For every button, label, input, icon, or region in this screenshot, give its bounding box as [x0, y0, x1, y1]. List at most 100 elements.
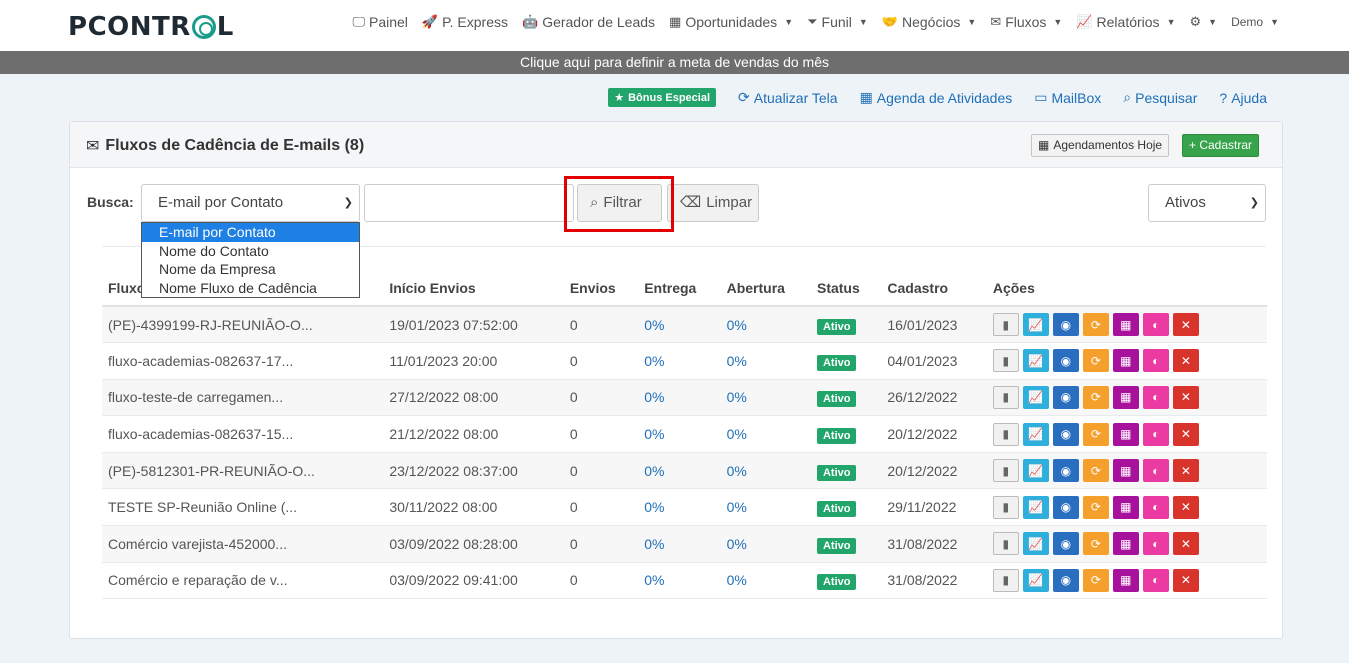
line-chart-button[interactable]: 📈: [1022, 385, 1049, 409]
calendar-button[interactable]: ▦: [1112, 459, 1139, 483]
calendar-button[interactable]: ▦: [1112, 385, 1139, 409]
eye-button[interactable]: ◉: [1052, 349, 1079, 373]
contrast-button[interactable]: ◐: [1142, 349, 1169, 373]
quick-link-2[interactable]: ▭ MailBox: [1034, 89, 1101, 106]
contrast-button[interactable]: ◐: [1142, 568, 1169, 592]
quick-link-1[interactable]: ▦ Agenda de Atividades: [860, 89, 1013, 106]
eye-icon: ◉: [1060, 536, 1072, 551]
brand-logo[interactable]: P CONTR L: [68, 12, 234, 42]
close-button[interactable]: ✕: [1172, 459, 1199, 483]
table-row[interactable]: (PE)-5812301-PR-REUNIÃO-O... 23/12/2022 0…: [102, 452, 1267, 490]
line-chart-button[interactable]: 📈: [1022, 532, 1049, 556]
calendar-button[interactable]: ▦: [1112, 532, 1139, 556]
table-row[interactable]: fluxo-academias-082637-15... 21/12/2022 0…: [102, 415, 1267, 453]
close-button[interactable]: ✕: [1172, 422, 1199, 446]
search-type-option[interactable]: Nome do Contato: [142, 242, 359, 261]
sync-button[interactable]: ⟳: [1082, 532, 1109, 556]
filter-button[interactable]: ⌕ Filtrar: [577, 184, 662, 222]
line-chart-button[interactable]: 📈: [1022, 568, 1049, 592]
contrast-button[interactable]: ◐: [1142, 459, 1169, 483]
close-button[interactable]: ✕: [1172, 568, 1199, 592]
sync-button[interactable]: ⟳: [1082, 385, 1109, 409]
table-row[interactable]: TESTE SP-Reunião Online (... 30/11/2022 0…: [102, 488, 1267, 527]
status-select[interactable]: Ativos ❯: [1148, 184, 1266, 222]
signal-button[interactable]: ▮: [992, 568, 1019, 592]
line-chart-button[interactable]: 📈: [1022, 495, 1049, 519]
eye-button[interactable]: ◉: [1052, 313, 1079, 337]
close-button[interactable]: ✕: [1172, 385, 1199, 409]
signal-button[interactable]: ▮: [992, 532, 1019, 556]
calendar-button[interactable]: ▦: [1112, 349, 1139, 373]
nav-item-0[interactable]: 🖵 Painel: [352, 14, 407, 30]
search-type-option[interactable]: Nome Fluxo de Cadência: [142, 279, 359, 298]
table-row[interactable]: fluxo-teste-de carregamen... 27/12/2022 0…: [102, 379, 1267, 417]
close-button[interactable]: ✕: [1172, 349, 1199, 373]
contrast-button[interactable]: ◐: [1142, 532, 1169, 556]
signal-button[interactable]: ▮: [992, 313, 1019, 337]
sync-button[interactable]: ⟳: [1082, 568, 1109, 592]
sync-button[interactable]: ⟳: [1082, 349, 1109, 373]
eye-button[interactable]: ◉: [1052, 385, 1079, 409]
search-type-option[interactable]: E-mail por Contato: [142, 223, 359, 242]
search-type-option[interactable]: Nome da Empresa: [142, 260, 359, 279]
nav-item-3[interactable]: ▦ Oportunidades ▼: [669, 14, 793, 30]
nav-item-1[interactable]: 🚀 P. Express: [422, 14, 508, 30]
eye-button[interactable]: ◉: [1052, 459, 1079, 483]
contrast-button[interactable]: ◐: [1142, 422, 1169, 446]
settings-menu[interactable]: ⚙ ▼: [1189, 14, 1217, 30]
nav-item-label: Funil: [821, 14, 852, 30]
table-row[interactable]: (PE)-4399199-RJ-REUNIÃO-O... 19/01/2023 0…: [102, 306, 1267, 344]
sales-goal-banner[interactable]: Clique aqui para definir a meta de venda…: [0, 51, 1349, 74]
eye-button[interactable]: ◉: [1052, 532, 1079, 556]
sync-button[interactable]: ⟳: [1082, 495, 1109, 519]
quick-link-label: Ajuda: [1231, 89, 1267, 106]
signal-button[interactable]: ▮: [992, 495, 1019, 519]
line-chart-button[interactable]: 📈: [1022, 459, 1049, 483]
clear-button[interactable]: ⌫ Limpar: [667, 184, 759, 222]
signal-button[interactable]: ▮: [992, 385, 1019, 409]
quick-link-0[interactable]: ⟳ Atualizar Tela: [738, 89, 838, 106]
quick-link-label: Agenda de Atividades: [876, 89, 1013, 106]
table-row[interactable]: Comércio varejista-452000... 03/09/2022 0…: [102, 525, 1267, 563]
line-chart-button[interactable]: 📈: [1022, 349, 1049, 373]
bonus-badge[interactable]: ★ Bônus Especial: [608, 88, 717, 107]
table-row[interactable]: Comércio e reparação de v... 03/09/2022 0…: [102, 562, 1267, 600]
table-row[interactable]: fluxo-academias-082637-17... 11/01/2023 2…: [102, 342, 1267, 380]
quick-link-4[interactable]: ? Ajuda: [1219, 89, 1267, 106]
calendar-button[interactable]: ▦: [1112, 495, 1139, 519]
today-schedules-button[interactable]: ▦ Agendamentos Hoje: [1031, 134, 1170, 157]
signal-button[interactable]: ▮: [992, 349, 1019, 373]
line-chart-button[interactable]: 📈: [1022, 422, 1049, 446]
sync-icon: ⟳: [1090, 427, 1101, 442]
line-chart-button[interactable]: 📈: [1022, 313, 1049, 337]
contrast-button[interactable]: ◐: [1142, 495, 1169, 519]
calendar-button[interactable]: ▦: [1112, 313, 1139, 337]
eye-button[interactable]: ◉: [1052, 422, 1079, 446]
quick-link-3[interactable]: ⌕ Pesquisar: [1123, 89, 1197, 106]
nav-item-5[interactable]: 🤝 Negócios ▼: [882, 14, 976, 30]
calendar-button[interactable]: ▦: [1112, 568, 1139, 592]
register-button[interactable]: + Cadastrar: [1182, 134, 1260, 157]
signal-button[interactable]: ▮: [992, 422, 1019, 446]
nav-item-7[interactable]: 📈 Relatórios ▼: [1076, 14, 1175, 30]
sync-button[interactable]: ⟳: [1082, 422, 1109, 446]
contrast-button[interactable]: ◐: [1142, 313, 1169, 337]
search-input[interactable]: [364, 184, 574, 222]
nav-item-6[interactable]: ✉ Fluxos ▼: [990, 14, 1062, 30]
eye-button[interactable]: ◉: [1052, 568, 1079, 592]
signal-button[interactable]: ▮: [992, 459, 1019, 483]
close-button[interactable]: ✕: [1172, 495, 1199, 519]
eye-icon: ◉: [1060, 500, 1072, 515]
sync-button[interactable]: ⟳: [1082, 459, 1109, 483]
nav-item-4[interactable]: ⏷ Funil ▼: [807, 14, 868, 30]
search-type-select[interactable]: E-mail por Contato ❯: [141, 184, 360, 222]
calendar-button[interactable]: ▦: [1112, 422, 1139, 446]
close-button[interactable]: ✕: [1172, 532, 1199, 556]
close-button[interactable]: ✕: [1172, 313, 1199, 337]
user-menu[interactable]: Demo ▼: [1231, 14, 1279, 30]
cadence-flows-panel: ✉ Fluxos de Cadência de E-mails (8) ▦ Ag…: [69, 121, 1283, 639]
eye-button[interactable]: ◉: [1052, 495, 1079, 519]
contrast-button[interactable]: ◐: [1142, 385, 1169, 409]
nav-item-2[interactable]: 🤖 Gerador de Leads: [522, 14, 655, 30]
sync-button[interactable]: ⟳: [1082, 313, 1109, 337]
